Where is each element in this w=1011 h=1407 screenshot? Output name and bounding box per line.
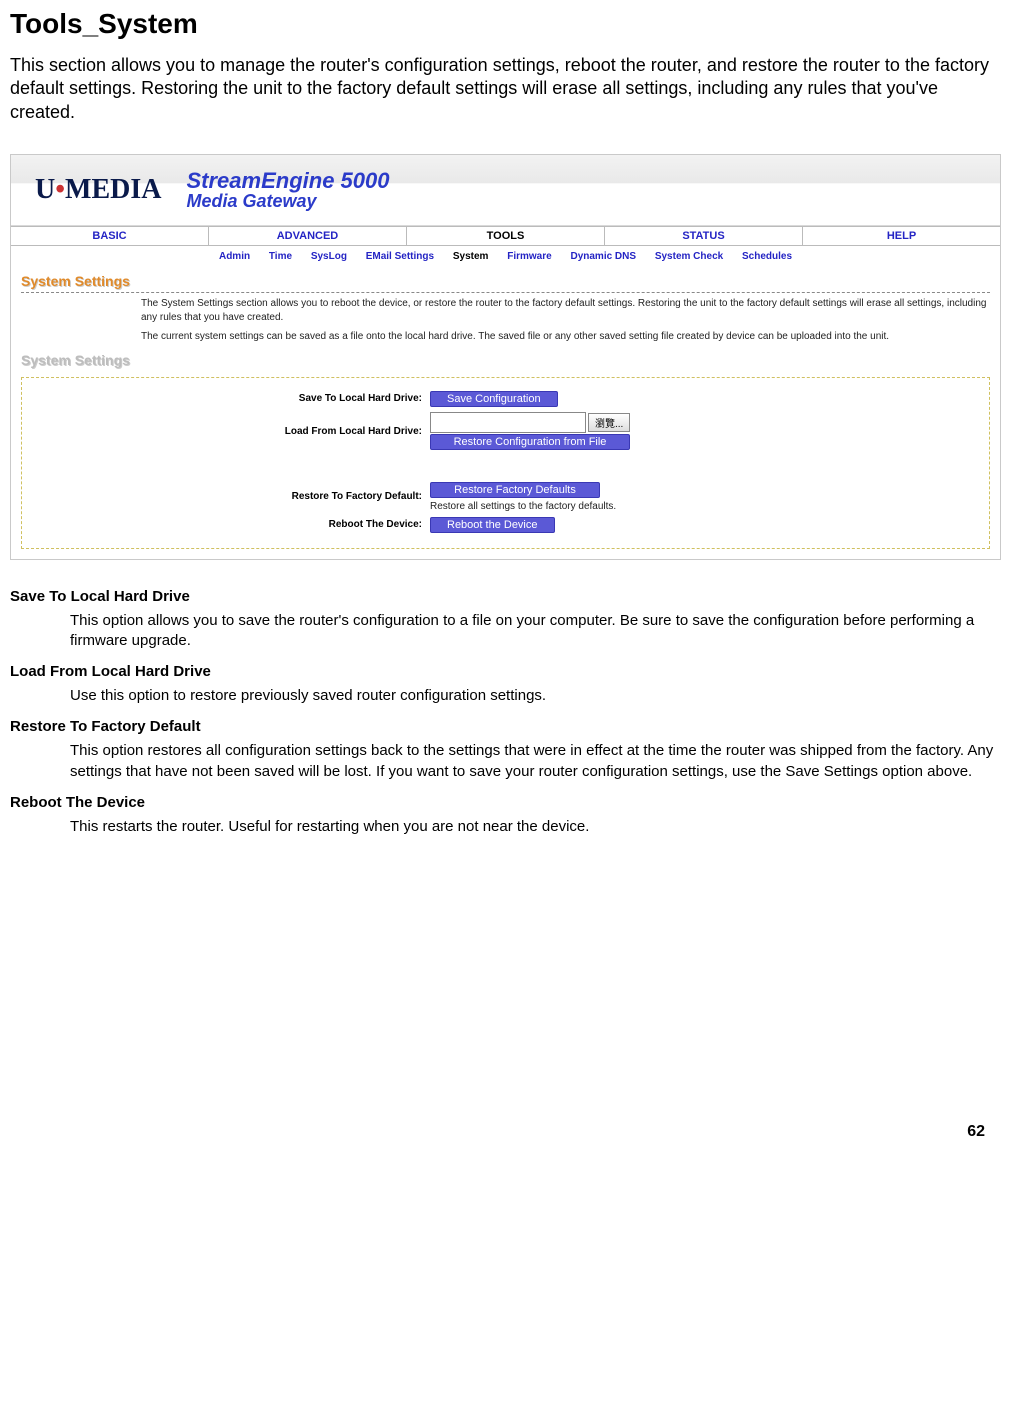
page-title: Tools_System [10, 8, 1001, 40]
logo-dot-icon: • [55, 174, 65, 206]
browse-button[interactable]: 瀏覽... [588, 413, 630, 432]
section-blurb-2: The current system settings can be saved… [11, 326, 1000, 346]
subnav-system-check[interactable]: System Check [647, 251, 731, 262]
label-load-local: Load From Local Hard Drive: [22, 426, 430, 437]
def-desc-load: Use this option to restore previously sa… [70, 686, 1001, 706]
def-term-restore: Restore To Factory Default [10, 718, 1001, 735]
def-desc-save: This option allows you to save the route… [70, 611, 1001, 652]
subnav-admin[interactable]: Admin [211, 251, 258, 262]
tab-help[interactable]: HELP [803, 227, 1000, 245]
section-heading-1: System Settings [11, 267, 1000, 292]
restore-from-file-button[interactable]: Restore Configuration from File [430, 434, 630, 450]
subnav-dynamic-dns[interactable]: Dynamic DNS [562, 251, 644, 262]
product-subtitle: Media Gateway [187, 192, 390, 211]
restore-factory-hint: Restore all settings to the factory defa… [430, 501, 616, 512]
section-heading-2: System Settings [11, 346, 1000, 371]
section-blurb-1: The System Settings section allows you t… [11, 293, 1000, 326]
tab-advanced[interactable]: ADVANCED [209, 227, 407, 245]
save-configuration-button[interactable]: Save Configuration [430, 391, 558, 407]
label-reboot: Reboot The Device: [22, 519, 430, 530]
tab-tools[interactable]: TOOLS [407, 227, 605, 245]
logo-media: MEDIA [65, 174, 161, 206]
def-term-save: Save To Local Hard Drive [10, 588, 1001, 605]
subnav-schedules[interactable]: Schedules [734, 251, 800, 262]
config-file-input[interactable] [430, 412, 586, 433]
umedia-logo: U•MEDIA [35, 174, 162, 206]
reboot-device-button[interactable]: Reboot the Device [430, 517, 555, 533]
subnav-firmware[interactable]: Firmware [499, 251, 559, 262]
subnav-syslog[interactable]: SysLog [303, 251, 355, 262]
def-term-load: Load From Local Hard Drive [10, 663, 1001, 680]
page-number: 62 [967, 1123, 985, 1141]
router-ui-screenshot: U•MEDIA StreamEngine 5000 Media Gateway … [10, 154, 1001, 560]
product-name: StreamEngine 5000 [187, 169, 390, 192]
intro-paragraph: This section allows you to manage the ro… [10, 54, 990, 124]
brand-header: U•MEDIA StreamEngine 5000 Media Gateway [11, 155, 1000, 226]
sub-nav: Admin Time SysLog EMail Settings System … [11, 246, 1000, 267]
subnav-time[interactable]: Time [261, 251, 300, 262]
subnav-system[interactable]: System [445, 251, 497, 262]
subnav-email-settings[interactable]: EMail Settings [358, 251, 442, 262]
def-desc-reboot: This restarts the router. Useful for res… [70, 817, 1001, 837]
main-tabs: BASIC ADVANCED TOOLS STATUS HELP [11, 226, 1000, 246]
tab-basic[interactable]: BASIC [11, 227, 209, 245]
definitions-list: Save To Local Hard Drive This option all… [10, 588, 1001, 838]
def-term-reboot: Reboot The Device [10, 794, 1001, 811]
system-settings-panel: Save To Local Hard Drive: Save Configura… [21, 377, 990, 549]
label-restore-factory: Restore To Factory Default: [22, 491, 430, 502]
label-save-local: Save To Local Hard Drive: [22, 393, 430, 404]
def-desc-restore: This option restores all configuration s… [70, 741, 1001, 782]
restore-factory-defaults-button[interactable]: Restore Factory Defaults [430, 482, 600, 498]
logo-u: U [35, 174, 55, 206]
tab-status[interactable]: STATUS [605, 227, 803, 245]
